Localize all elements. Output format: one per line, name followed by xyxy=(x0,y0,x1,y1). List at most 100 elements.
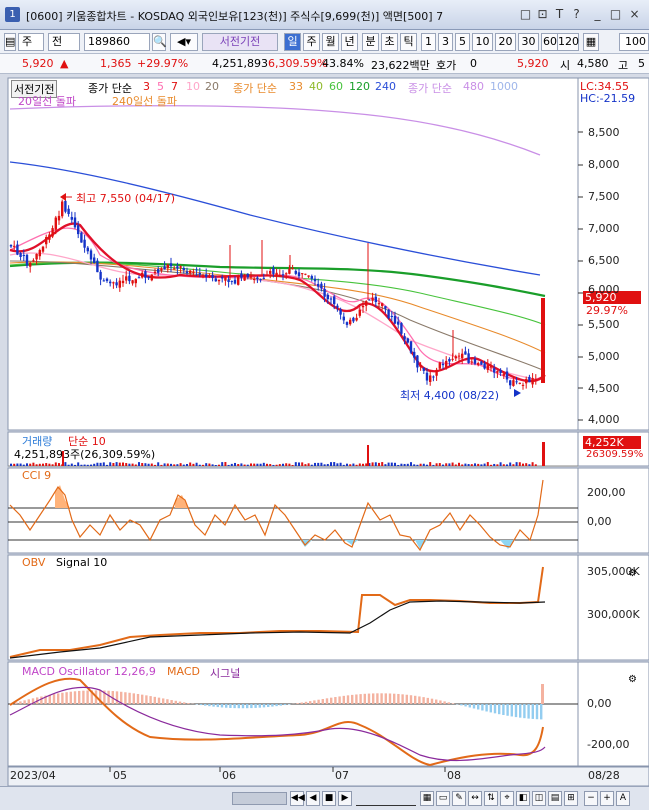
app-icon: 1 xyxy=(5,7,20,22)
search-icon[interactable]: 🔍 xyxy=(152,33,167,51)
next-icon[interactable]: ▶ xyxy=(338,791,352,806)
maximize-button[interactable]: □ xyxy=(608,6,623,22)
interval-20[interactable]: 20 xyxy=(495,33,516,51)
settings-icon[interactable]: ⚙ xyxy=(628,568,637,579)
candle-body xyxy=(243,275,246,281)
macd-bar xyxy=(359,694,362,704)
candle-body xyxy=(416,355,419,368)
tool-icon-4[interactable]: ↔ xyxy=(468,791,482,806)
interval-3[interactable]: 3 xyxy=(438,33,453,51)
macd-bar xyxy=(397,693,400,704)
prev-icon[interactable]: ◀ xyxy=(306,791,320,806)
macd-bar xyxy=(174,700,177,704)
volume-bar xyxy=(304,464,307,466)
apply-icon[interactable]: ▦ xyxy=(583,33,599,51)
minimize-button[interactable]: _ xyxy=(590,6,605,22)
macd-bar xyxy=(477,704,480,710)
tab-day[interactable]: 일 xyxy=(284,33,301,51)
tile-icon[interactable]: ⊡ xyxy=(535,6,550,22)
candle-body xyxy=(96,260,99,273)
scroll-track[interactable] xyxy=(232,792,287,805)
volume-bar xyxy=(528,464,531,466)
price-strip: 5,920 ▲ 1,365 +29.97% 4,251,893 6,309.59… xyxy=(0,54,649,74)
candle-body xyxy=(281,274,285,276)
tab-minute[interactable]: 분 xyxy=(362,33,379,51)
tab-year[interactable]: 년 xyxy=(341,33,358,51)
legend-ma10: 10 xyxy=(186,80,200,93)
volume-bar xyxy=(426,464,428,466)
interval-10[interactable]: 10 xyxy=(472,33,493,51)
tab-month[interactable]: 월 xyxy=(322,33,339,51)
macd-bar xyxy=(447,702,450,704)
text-icon[interactable]: T xyxy=(552,6,567,22)
help-icon[interactable]: ? xyxy=(569,6,584,22)
tab-tick[interactable]: 틱 xyxy=(400,33,417,51)
code-input[interactable]: 189860 xyxy=(84,33,150,51)
tool-icon-7[interactable]: ◧ xyxy=(516,791,530,806)
macd-bar xyxy=(376,693,379,704)
tool-icon-2[interactable]: ▭ xyxy=(436,791,450,806)
candle-body xyxy=(502,373,505,376)
macd-bar xyxy=(233,704,236,709)
tool-icon-8[interactable]: ◫ xyxy=(532,791,546,806)
tab-week[interactable]: 주 xyxy=(303,33,320,51)
tool-icon-9[interactable]: ▤ xyxy=(548,791,562,806)
tab-second[interactable]: 초 xyxy=(381,33,398,51)
candle-body xyxy=(361,305,365,308)
axis-7500: 7,500 xyxy=(588,190,620,203)
macd-bar xyxy=(309,701,312,704)
settings-icon-2[interactable]: ⚙ xyxy=(628,674,637,685)
tool-icon-3[interactable]: ✎ xyxy=(452,791,466,806)
tool-icon-10[interactable]: ⊞ xyxy=(564,791,578,806)
interval-30[interactable]: 30 xyxy=(518,33,539,51)
count-input[interactable]: 100 xyxy=(619,33,649,51)
candle-body xyxy=(477,363,480,365)
minus-icon[interactable]: − xyxy=(584,791,598,806)
font-icon[interactable]: A xyxy=(616,791,630,806)
legend-ma1000: 1000 xyxy=(490,80,518,93)
volume-bar xyxy=(362,463,364,466)
macd-bar xyxy=(40,696,43,704)
restore-icon[interactable]: □ xyxy=(518,6,533,22)
candle-body xyxy=(278,274,281,276)
x-label-aug: 08 xyxy=(447,769,461,782)
zoom-slider[interactable] xyxy=(356,791,416,806)
volume-bar xyxy=(461,464,464,466)
volume-bar xyxy=(288,463,291,466)
macd-bar xyxy=(82,690,85,704)
interval-5[interactable]: 5 xyxy=(455,33,470,51)
candle-body xyxy=(406,338,409,343)
volume-bar xyxy=(19,463,22,466)
candle-body xyxy=(509,380,512,386)
stop-icon[interactable]: ■ xyxy=(322,791,336,806)
volume-bar xyxy=(45,463,48,466)
candle-body xyxy=(227,279,230,283)
tool-icon-5[interactable]: ⇅ xyxy=(484,791,498,806)
legend-close-simple-2: 종가 단순 xyxy=(233,82,277,95)
volume-bar xyxy=(406,463,409,466)
candle-body xyxy=(118,280,121,288)
stock-name[interactable]: 서전기전 xyxy=(202,33,278,51)
first-icon[interactable]: ◀◀ xyxy=(290,791,305,806)
tool-icon-1[interactable]: ▦ xyxy=(420,791,434,806)
macd-bar xyxy=(208,704,211,707)
chart-canvas[interactable] xyxy=(0,75,649,786)
menu-handle[interactable]: ▤ xyxy=(4,33,16,51)
candle-body xyxy=(441,363,445,366)
volume-bar xyxy=(352,463,355,466)
plus-icon[interactable]: + xyxy=(600,791,614,806)
macd-bar xyxy=(346,695,350,704)
scope-select[interactable]: 전 xyxy=(48,33,80,51)
sound-icon[interactable]: ◀▾ xyxy=(170,33,198,51)
volume-bar xyxy=(125,463,128,466)
interval-120[interactable]: 120 xyxy=(557,33,579,51)
close-button[interactable]: × xyxy=(627,6,642,22)
interval-1[interactable]: 1 xyxy=(421,33,436,51)
macd-bar xyxy=(220,704,224,708)
period-select[interactable]: 주 xyxy=(18,33,44,51)
legend-ma3: 3 xyxy=(143,80,150,93)
legend-ma120: 120 xyxy=(349,80,370,93)
candle-body xyxy=(179,266,182,268)
volume-bar xyxy=(250,463,252,466)
tool-icon-6[interactable]: ⌖ xyxy=(500,791,514,806)
